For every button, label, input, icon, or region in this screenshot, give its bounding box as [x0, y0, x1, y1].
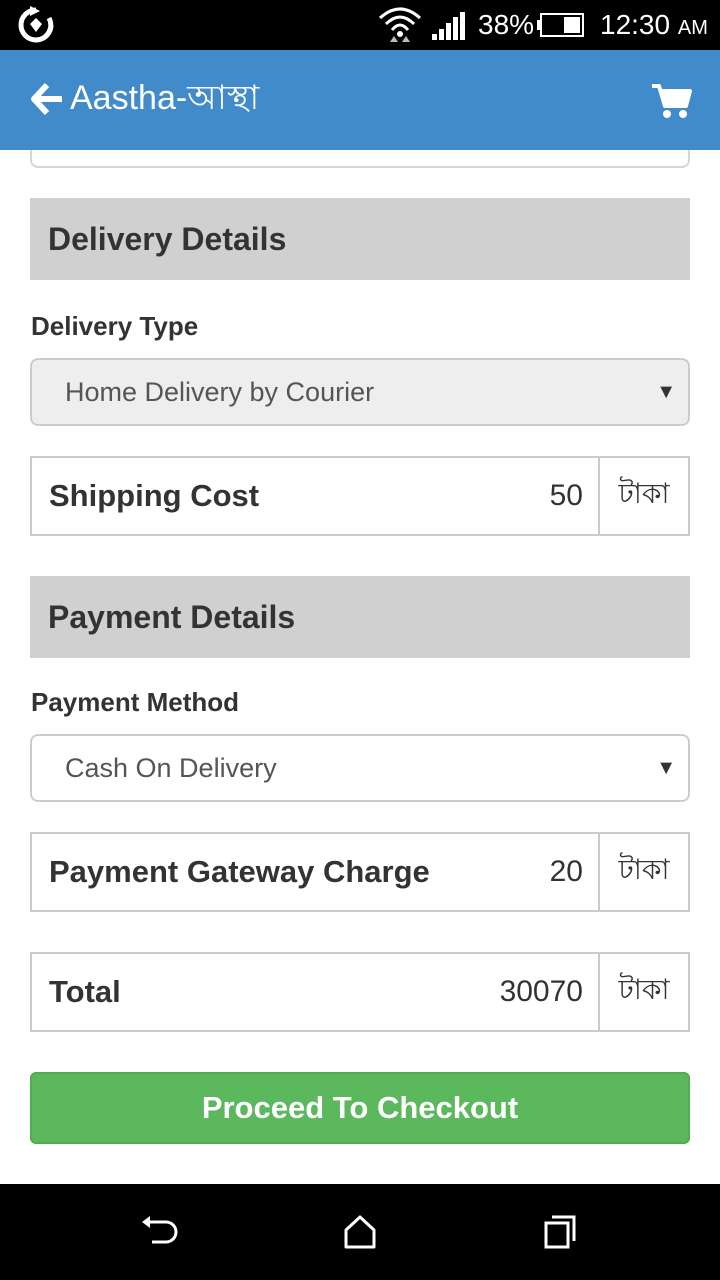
- app-bar: Aastha-আস্থা: [0, 50, 720, 150]
- chevron-down-icon: ▼: [656, 757, 676, 779]
- back-icon[interactable]: [140, 1214, 180, 1250]
- delivery-type-select[interactable]: Home Delivery by Courier ▼: [30, 358, 690, 426]
- clock: 12:30 AM: [600, 9, 708, 44]
- payment-method-value: Cash On Delivery: [65, 753, 277, 783]
- gateway-charge-label: Payment Gateway Charge: [49, 854, 430, 889]
- proceed-to-checkout-button[interactable]: Proceed To Checkout: [30, 1072, 690, 1144]
- delivery-type-label: Delivery Type: [31, 311, 199, 341]
- status-bar: 38% 12:30 AM: [0, 0, 720, 50]
- delivery-type-value: Home Delivery by Courier: [65, 377, 375, 407]
- recents-icon[interactable]: [540, 1214, 580, 1250]
- payment-details-header: Payment Details: [30, 576, 690, 658]
- payment-method-label: Payment Method: [31, 687, 240, 717]
- app-title: Aastha-আস্থা: [70, 79, 260, 117]
- total-label: Total: [49, 974, 121, 1009]
- checkout-form: Delivery Details Delivery Type Home Deli…: [0, 150, 720, 1184]
- total-value: 30070: [499, 975, 583, 1008]
- delivery-details-header: Delivery Details: [30, 198, 690, 280]
- shipping-cost-value: 50: [549, 479, 583, 512]
- gateway-charge-value: 20: [549, 855, 583, 888]
- wifi-icon: [378, 7, 422, 42]
- system-nav-bar: [0, 1184, 720, 1280]
- gateway-charge-row: Payment Gateway Charge 20 টাকা: [30, 832, 690, 912]
- currency-label: টাকা: [598, 458, 688, 534]
- sync-icon: [18, 6, 54, 43]
- back-arrow-icon[interactable]: [30, 82, 64, 116]
- chevron-down-icon: ▼: [656, 381, 676, 403]
- shipping-cost-row: Shipping Cost 50 টাকা: [30, 456, 690, 536]
- shipping-cost-label: Shipping Cost: [49, 478, 260, 513]
- clock-suffix: AM: [677, 17, 708, 39]
- address-field[interactable]: [30, 150, 690, 168]
- cell-signal-icon: [432, 12, 465, 40]
- clock-time: 12:30: [600, 9, 671, 40]
- payment-method-select[interactable]: Cash On Delivery ▼: [30, 734, 690, 802]
- battery-icon: [537, 13, 584, 37]
- currency-label: টাকা: [598, 954, 688, 1030]
- cart-icon[interactable]: [650, 80, 692, 120]
- currency-label: টাকা: [598, 834, 688, 910]
- battery-percent: 38%: [478, 9, 535, 40]
- total-row: Total 30070 টাকা: [30, 952, 690, 1032]
- home-icon[interactable]: [340, 1214, 380, 1250]
